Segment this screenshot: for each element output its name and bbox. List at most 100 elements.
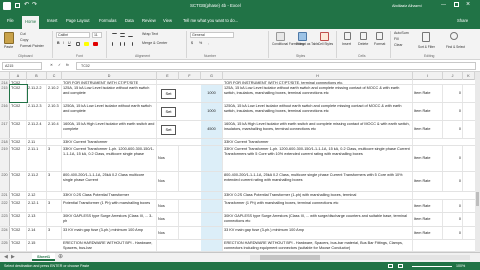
number-format-select[interactable]: General — [190, 32, 234, 38]
cell-d[interactable]: 33KV Current Transformer 1-ph. 1200-600-… — [62, 146, 157, 171]
cell-i[interactable]: Item Rate — [413, 172, 443, 191]
italic-button[interactable]: I — [63, 41, 64, 46]
cell-h[interactable]: 33KV 0.2S Class Potential Transformer (1… — [223, 192, 413, 199]
row-header[interactable]: 224 — [0, 227, 10, 239]
cell-g[interactable]: 1000 — [201, 103, 223, 120]
cell-b[interactable]: 2.11.1 — [27, 146, 47, 171]
cell-h[interactable]: 800-400-200/1-1-1-1A, 25kA 0.2 Class, mu… — [223, 172, 413, 191]
prev-sheet-icon[interactable]: ◀ — [4, 254, 8, 260]
share-button[interactable]: Share — [454, 15, 471, 27]
cell-d[interactable]: 30KV GAPLESS type Surge Arrestors (Class… — [62, 213, 157, 226]
h-scroll-thumb[interactable] — [260, 255, 320, 260]
cell-g[interactable] — [201, 200, 223, 212]
user-name[interactable]: Abdilaziz Alhazmi — [392, 2, 422, 10]
column-header-f[interactable]: F — [179, 72, 201, 80]
column-header-g[interactable]: G — [201, 72, 223, 80]
row-header[interactable]: 225 — [0, 240, 10, 251]
cell-h[interactable]: TOR FOR INSTRUMENT WITH CT/PT/SITE, term… — [223, 80, 413, 84]
cell-e[interactable]: Nos — [157, 227, 179, 239]
cell-d[interactable]: 33KV 0.2S Class Potential Transformer — [62, 192, 157, 199]
cell-h[interactable]: 33KV Current Transformer 1-ph. 1200-600-… — [223, 146, 413, 171]
sort-filter-button[interactable]: Sort & Filter — [418, 45, 435, 50]
column-header-i[interactable]: I — [413, 72, 443, 80]
cell-b[interactable]: 2.11.2.2 — [27, 85, 47, 102]
cell-i[interactable]: Item Rate — [413, 146, 443, 171]
cell-a[interactable]: TC02 — [10, 103, 27, 120]
paste-icon[interactable] — [4, 32, 14, 44]
zoom-level[interactable]: 100% — [456, 262, 465, 270]
undo-icon[interactable]: ↶ — [24, 2, 29, 9]
currency-button[interactable]: $ — [191, 41, 193, 46]
cell-b[interactable]: 2.12.1 — [27, 200, 47, 212]
row-header[interactable]: 221 — [0, 192, 10, 199]
cell-c[interactable]: 3 — [47, 200, 62, 212]
cell-a[interactable]: TC02 — [10, 213, 27, 226]
cell-h[interactable]: 30KV GAPLESS type Surge Arrestors (Class… — [223, 213, 413, 226]
borders-icon[interactable] — [76, 42, 80, 46]
row-header[interactable]: 223 — [0, 213, 10, 226]
cell-h[interactable]: 33KV Current Transformer — [223, 139, 413, 145]
page-layout-view-icon[interactable] — [398, 264, 403, 268]
tab-page-layout[interactable]: Page Layout — [63, 15, 93, 27]
cell-a[interactable]: TC02 — [9, 84, 28, 103]
tab-formulas[interactable]: Formulas — [96, 15, 119, 27]
cell-h[interactable]: 1250A, 15 kA Low Level isolator without … — [223, 103, 413, 120]
cell-j[interactable]: 0 — [443, 200, 463, 212]
column-header-a[interactable]: A — [10, 72, 27, 80]
add-sheet-icon[interactable]: ⊕ — [58, 253, 63, 261]
cell-a[interactable]: TC02 — [10, 80, 27, 84]
cell-h[interactable]: 125A, 15 kA Low Level isolator without e… — [223, 85, 413, 102]
cell-c[interactable]: 3 — [47, 172, 62, 191]
cell-d[interactable]: 33KV Current Transformer — [62, 139, 157, 145]
cell-g[interactable] — [201, 146, 223, 171]
align-left-icon[interactable] — [112, 42, 117, 46]
worksheet-grid[interactable]: 214 TC02 TOR FOR INSTRUMENT WITH CT/PT/S… — [0, 80, 475, 252]
cell-j[interactable]: 0 — [443, 146, 463, 171]
cell-e[interactable]: Nos — [157, 213, 179, 226]
cell-styles-button[interactable]: Cell Styles — [318, 42, 333, 47]
cell-i[interactable]: Item Rate — [413, 85, 443, 102]
tab-home[interactable]: Home — [22, 16, 40, 29]
tab-data[interactable]: Data — [122, 15, 137, 27]
redo-icon[interactable]: ↷ — [32, 2, 37, 9]
save-icon[interactable] — [15, 3, 20, 8]
row-header[interactable]: 219 — [0, 146, 10, 171]
cell-j[interactable]: 0 — [443, 85, 463, 102]
cell-d[interactable]: ERECTION HARDWARE WITHOUT BPI - Hardware… — [62, 240, 157, 251]
cell-i[interactable]: Item Rate — [413, 103, 443, 120]
cell-h[interactable]: ERECTION HARDWARE WITHOUT BPI - Hardware… — [223, 240, 413, 251]
cell-d[interactable]: 800-400-200/1-1-1-1A, 25kA 0.2 Class mul… — [62, 172, 157, 191]
cell-a[interactable]: TC02 — [10, 192, 27, 199]
cell-j[interactable]: 0 — [443, 172, 463, 191]
cell-j[interactable]: 0 — [443, 121, 463, 138]
unit-set-box[interactable]: Set — [161, 125, 176, 135]
row-header[interactable]: 217 — [0, 121, 10, 138]
maximize-icon[interactable] — [454, 2, 459, 7]
format-as-table-button[interactable]: Format as Table — [296, 42, 319, 47]
format-as-table-icon[interactable] — [298, 32, 307, 41]
cell-i[interactable]: Item Rate — [413, 213, 443, 226]
insert-function-icon[interactable]: fx — [66, 63, 69, 68]
underline-button[interactable]: U — [68, 41, 71, 46]
row-header[interactable]: 216 — [0, 103, 10, 120]
cell-a[interactable]: TC02 — [10, 121, 27, 138]
cell-c[interactable]: 2.10.4 — [47, 121, 62, 138]
cell-g[interactable] — [201, 172, 223, 191]
wrap-text-button[interactable]: Wrap Text — [142, 32, 158, 37]
find-select-button[interactable]: Find & Select — [446, 45, 465, 50]
font-size-select[interactable]: 11 — [92, 32, 102, 38]
cell-e[interactable]: Nos — [157, 200, 179, 212]
cell-e[interactable]: Nos — [157, 146, 179, 171]
next-sheet-icon[interactable]: ▶ — [11, 254, 15, 260]
normal-view-icon[interactable] — [388, 264, 393, 268]
row-header[interactable]: 218 — [0, 139, 10, 145]
cell-e[interactable]: Nos — [157, 172, 179, 191]
format-icon[interactable] — [376, 32, 383, 40]
percent-button[interactable]: % — [199, 41, 202, 46]
cell-b[interactable]: 2.11 — [27, 139, 47, 145]
row-header[interactable]: 215 — [0, 85, 10, 102]
cell-styles-icon[interactable] — [320, 32, 329, 41]
tell-me-search[interactable]: Tell me what you want to do... — [180, 15, 241, 27]
column-header-d[interactable]: D — [62, 72, 157, 80]
font-name-select[interactable]: Calibri — [56, 32, 90, 38]
